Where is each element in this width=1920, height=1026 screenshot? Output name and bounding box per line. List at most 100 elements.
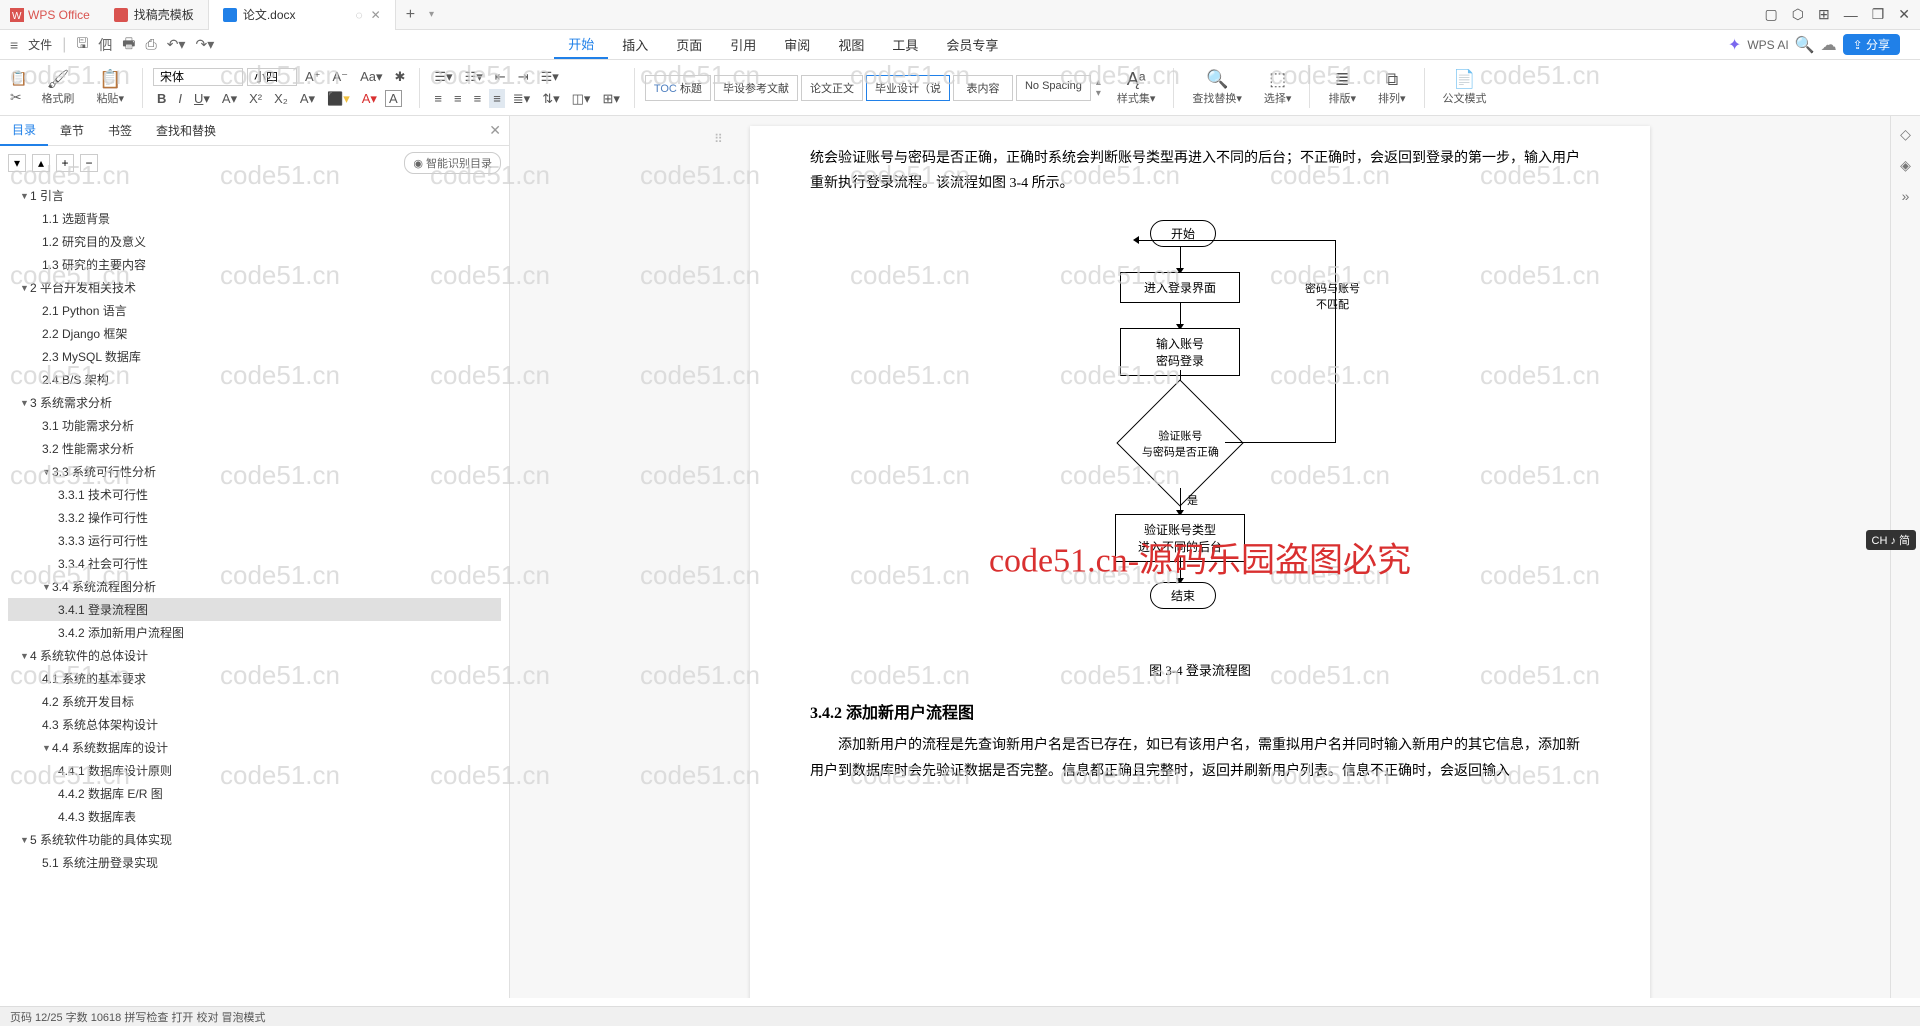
line-spacing-icon[interactable]: ⇅▾ [538, 89, 563, 109]
drag-handle-icon[interactable]: ⠿ [714, 132, 723, 146]
document-viewport[interactable]: ⠿ 统会验证账号与密码是否正确，正确时系统会判断账号类型再进入不同的后台；不正确… [510, 116, 1890, 998]
sort-button[interactable]: ≣ 排版▾ [1320, 69, 1364, 106]
toc-item[interactable]: 3.2 性能需求分析 [8, 437, 501, 460]
find-replace-button[interactable]: 🔍 查找替换▾ [1184, 69, 1250, 106]
bullets-icon[interactable]: ☰▾ [430, 67, 456, 87]
format-brush[interactable]: 🖌 格式刷 [33, 69, 82, 106]
toc-item[interactable]: 1.1 选题背景 [8, 207, 501, 230]
menu-page[interactable]: 页面 [662, 31, 716, 59]
style-table[interactable]: 表内容 [953, 75, 1013, 101]
window-menu-icon[interactable]: ▢ [1765, 6, 1778, 23]
tab-dropdown-icon[interactable]: ▾ [429, 9, 434, 20]
undo-icon[interactable]: ↶▾ [167, 36, 186, 53]
rail-layer-icon[interactable]: ◈ [1900, 157, 1911, 174]
toc-item[interactable]: 2.3 MySQL 数据库 [8, 345, 501, 368]
tab-document[interactable]: 论文.docx ◌ ✕ [209, 0, 396, 30]
paste-button[interactable]: 📋 粘贴▾ [88, 69, 132, 106]
numbering-icon[interactable]: ☷▾ [461, 67, 487, 87]
phonetic-icon[interactable]: A [385, 90, 402, 107]
toc-item[interactable]: 4.4.2 数据库 E/R 图 [8, 782, 501, 805]
toc-item[interactable]: 4.4.1 数据库设计原则 [8, 759, 501, 782]
bold-icon[interactable]: B [153, 89, 170, 108]
toc-item[interactable]: 1.2 研究目的及意义 [8, 230, 501, 253]
borders-icon[interactable]: ⊞▾ [598, 89, 623, 109]
indent-increase-icon[interactable]: ⇥ [514, 67, 533, 87]
font-size-select[interactable] [247, 68, 297, 86]
align-right-icon[interactable]: ≡ [470, 89, 486, 108]
toc-item[interactable]: 4.2 系统开发目标 [8, 690, 501, 713]
sidebar-tab-chapter[interactable]: 章节 [48, 116, 96, 146]
toc-item[interactable]: 3.4.1 登录流程图 [8, 598, 501, 621]
style-body[interactable]: 论文正文 [801, 75, 863, 101]
export-icon[interactable]: ⎙ [146, 36, 157, 53]
toc-item[interactable]: 4.4.3 数据库表 [8, 805, 501, 828]
toc-item[interactable]: 2.4 B/S 架构 [8, 368, 501, 391]
toc-item[interactable]: 3.3.4 社会可行性 [8, 552, 501, 575]
toc-item[interactable]: 1.3 研究的主要内容 [8, 253, 501, 276]
toc-item[interactable]: 5.1 系统注册登录实现 [8, 851, 501, 874]
sidebar-tab-find[interactable]: 查找和替换 [144, 116, 228, 146]
increase-font-icon[interactable]: A⁺ [301, 67, 325, 87]
toc-item[interactable]: ▼4 系统软件的总体设计 [8, 644, 501, 667]
menu-reference[interactable]: 引用 [716, 31, 770, 59]
sidebar-tab-bookmark[interactable]: 书签 [96, 116, 144, 146]
rail-tool-icon[interactable]: ◇ [1900, 126, 1911, 143]
shading-icon[interactable]: ◫▾ [568, 89, 595, 109]
toc-item[interactable]: ▼2 平台开发相关技术 [8, 276, 501, 299]
style-scroll[interactable]: ▴▾ [1094, 75, 1103, 101]
toc-item[interactable]: ▼5 系统软件功能的具体实现 [8, 828, 501, 851]
toc-item[interactable]: 4.3 系统总体架构设计 [8, 713, 501, 736]
style-design[interactable]: 毕业设计（说 [866, 75, 950, 101]
menu-start[interactable]: 开始 [554, 31, 608, 59]
menu-tools[interactable]: 工具 [878, 31, 932, 59]
cube-icon[interactable]: ⬡ [1792, 6, 1804, 23]
tab-add-button[interactable]: + [396, 6, 425, 24]
decrease-font-icon[interactable]: A⁻ [329, 67, 353, 87]
align-left-icon[interactable]: ≡ [430, 89, 446, 108]
text-direction-icon[interactable]: ☰▾ [537, 67, 563, 87]
print-icon[interactable]: 伵 [98, 35, 112, 55]
superscript-icon[interactable]: X² [245, 89, 266, 108]
share-button[interactable]: ⇪ 分享 [1843, 34, 1900, 55]
italic-icon[interactable]: I [174, 89, 186, 108]
select-button[interactable]: ⬚ 选择▾ [1256, 69, 1300, 106]
avatar-icon[interactable]: ⊞ [1818, 6, 1830, 23]
cut-icon[interactable]: ✂ [10, 89, 27, 106]
search-icon[interactable]: 🔍 [1795, 35, 1815, 55]
copy-icon[interactable]: 📋 [10, 70, 27, 87]
distribute-icon[interactable]: ≣▾ [509, 89, 534, 109]
smart-toc-button[interactable]: ◉智能识别目录 [404, 152, 501, 174]
arrange-button[interactable]: ⧉ 排列▾ [1370, 69, 1414, 106]
menu-icon[interactable]: ≡ [10, 37, 18, 53]
toc-item[interactable]: ▼1 引言 [8, 184, 501, 207]
toc-item[interactable]: 2.1 Python 语言 [8, 299, 501, 322]
style-set-button[interactable]: Ąᵃ 样式集▾ [1109, 69, 1164, 106]
toc-item[interactable]: 3.4.2 添加新用户流程图 [8, 621, 501, 644]
indent-decrease-icon[interactable]: ⇤ [491, 67, 510, 87]
toc-item[interactable]: 3.3.1 技术可行性 [8, 483, 501, 506]
text-effects-icon[interactable]: A▾ [296, 89, 319, 109]
cloud-icon[interactable]: ☁ [1821, 35, 1837, 55]
toc-add-button[interactable]: + [56, 154, 74, 172]
toc-item[interactable]: 3.1 功能需求分析 [8, 414, 501, 437]
strikethrough-icon[interactable]: A▾ [218, 89, 241, 109]
official-mode-button[interactable]: 📄 公文模式 [1435, 69, 1495, 106]
toc-remove-button[interactable]: − [80, 154, 98, 172]
tab-template[interactable]: 找稿壳模板 [100, 0, 209, 30]
toc-up-button[interactable]: ▴ [32, 154, 50, 172]
toc-item[interactable]: 3.3.2 操作可行性 [8, 506, 501, 529]
menu-member[interactable]: 会员专享 [932, 31, 1012, 59]
menu-review[interactable]: 审阅 [770, 31, 824, 59]
wps-ai-icon[interactable]: ✦ [1728, 35, 1741, 55]
subscript-icon[interactable]: X₂ [270, 89, 292, 108]
align-center-icon[interactable]: ≡ [450, 89, 466, 108]
maximize-button[interactable]: ❐ [1872, 6, 1885, 23]
toc-item[interactable]: 3.3.3 运行可行性 [8, 529, 501, 552]
print-preview-icon[interactable]: 🖶 [122, 33, 135, 57]
rail-expand-icon[interactable]: » [1902, 188, 1910, 204]
toc-item[interactable]: ▼3.4 系统流程图分析 [8, 575, 501, 598]
toc-item[interactable]: ▼3.3 系统可行性分析 [8, 460, 501, 483]
toc-item[interactable]: ▼4.4 系统数据库的设计 [8, 736, 501, 759]
ime-badge[interactable]: CH ♪ 简 [1866, 530, 1917, 550]
toc-item[interactable]: 2.2 Django 框架 [8, 322, 501, 345]
